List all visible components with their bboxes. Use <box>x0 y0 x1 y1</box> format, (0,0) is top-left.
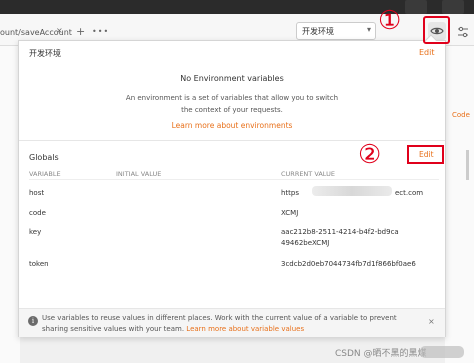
table-row-current-value: XCMJ <box>281 209 299 217</box>
column-header-variable: VARIABLE <box>29 170 61 178</box>
close-icon[interactable]: × <box>428 317 435 326</box>
code-link[interactable]: Code <box>452 111 470 119</box>
chevron-down-icon: ▾ <box>366 25 371 34</box>
request-panel-background <box>0 46 20 363</box>
environment-select-value: 开发环境 <box>302 27 334 36</box>
table-row-variable: code <box>29 209 46 217</box>
toolbar-badge-secondary[interactable] <box>442 0 464 14</box>
annotation-box-edit <box>407 145 444 164</box>
toolbar-badge[interactable] <box>405 0 427 14</box>
environment-edit-link[interactable]: Edit <box>419 48 435 57</box>
table-row-variable: host <box>29 189 45 197</box>
annotation-step-2: ② <box>358 140 382 170</box>
info-icon: i <box>28 316 38 326</box>
empty-state-title: No Environment variables <box>180 74 284 83</box>
learn-more-environments-link[interactable]: Learn more about environments <box>19 121 445 130</box>
table-row-current-value-suffix: ect.com <box>395 189 424 197</box>
annotation-step-1: ① <box>378 6 402 36</box>
environment-select[interactable]: 开发环境 ▾ <box>296 22 376 40</box>
close-tab-icon[interactable]: × <box>56 26 63 35</box>
table-row-variable: key <box>29 228 42 236</box>
learn-more-variable-values-link[interactable]: Learn more about variable values <box>186 325 304 333</box>
globals-label: Globals <box>29 153 59 162</box>
new-tab-button[interactable]: + <box>76 25 85 38</box>
more-tabs-icon[interactable]: ••• <box>92 27 109 36</box>
table-header-divider <box>29 179 439 180</box>
empty-state-description: An environment is a set of variables tha… <box>125 94 339 114</box>
column-header-initial-value: INITIAL VALUE <box>116 170 162 178</box>
environment-quick-look-popup: 开发环境 Edit No Environment variables An en… <box>18 34 446 337</box>
redacted-value <box>312 186 392 196</box>
annotation-box-eye <box>423 16 450 44</box>
column-header-current-value: CURRENT VALUE <box>281 170 335 178</box>
right-side-panel <box>445 46 474 363</box>
info-banner-text: Use variables to reuse values in differe… <box>42 314 397 333</box>
table-row-current-value: aac212b8-2511-4214-b4f2-bd9ca49462beXCMJ <box>281 228 399 247</box>
sliders-icon <box>458 26 468 38</box>
scrollbar[interactable] <box>466 150 469 180</box>
environment-name: 开发环境 <box>29 49 61 58</box>
info-banner: i Use variables to reuse values in diffe… <box>19 308 445 337</box>
watermark-blur <box>420 346 464 358</box>
watermark: CSDN @晒不黑的黑煤 <box>335 349 427 359</box>
title-bar <box>0 0 474 14</box>
table-row-current-value: 3cdcb2d0eb7044734fb7d1f866bf0ae6 <box>281 260 416 268</box>
manage-environments-button[interactable] <box>456 24 470 38</box>
table-row-variable: token <box>29 260 49 268</box>
